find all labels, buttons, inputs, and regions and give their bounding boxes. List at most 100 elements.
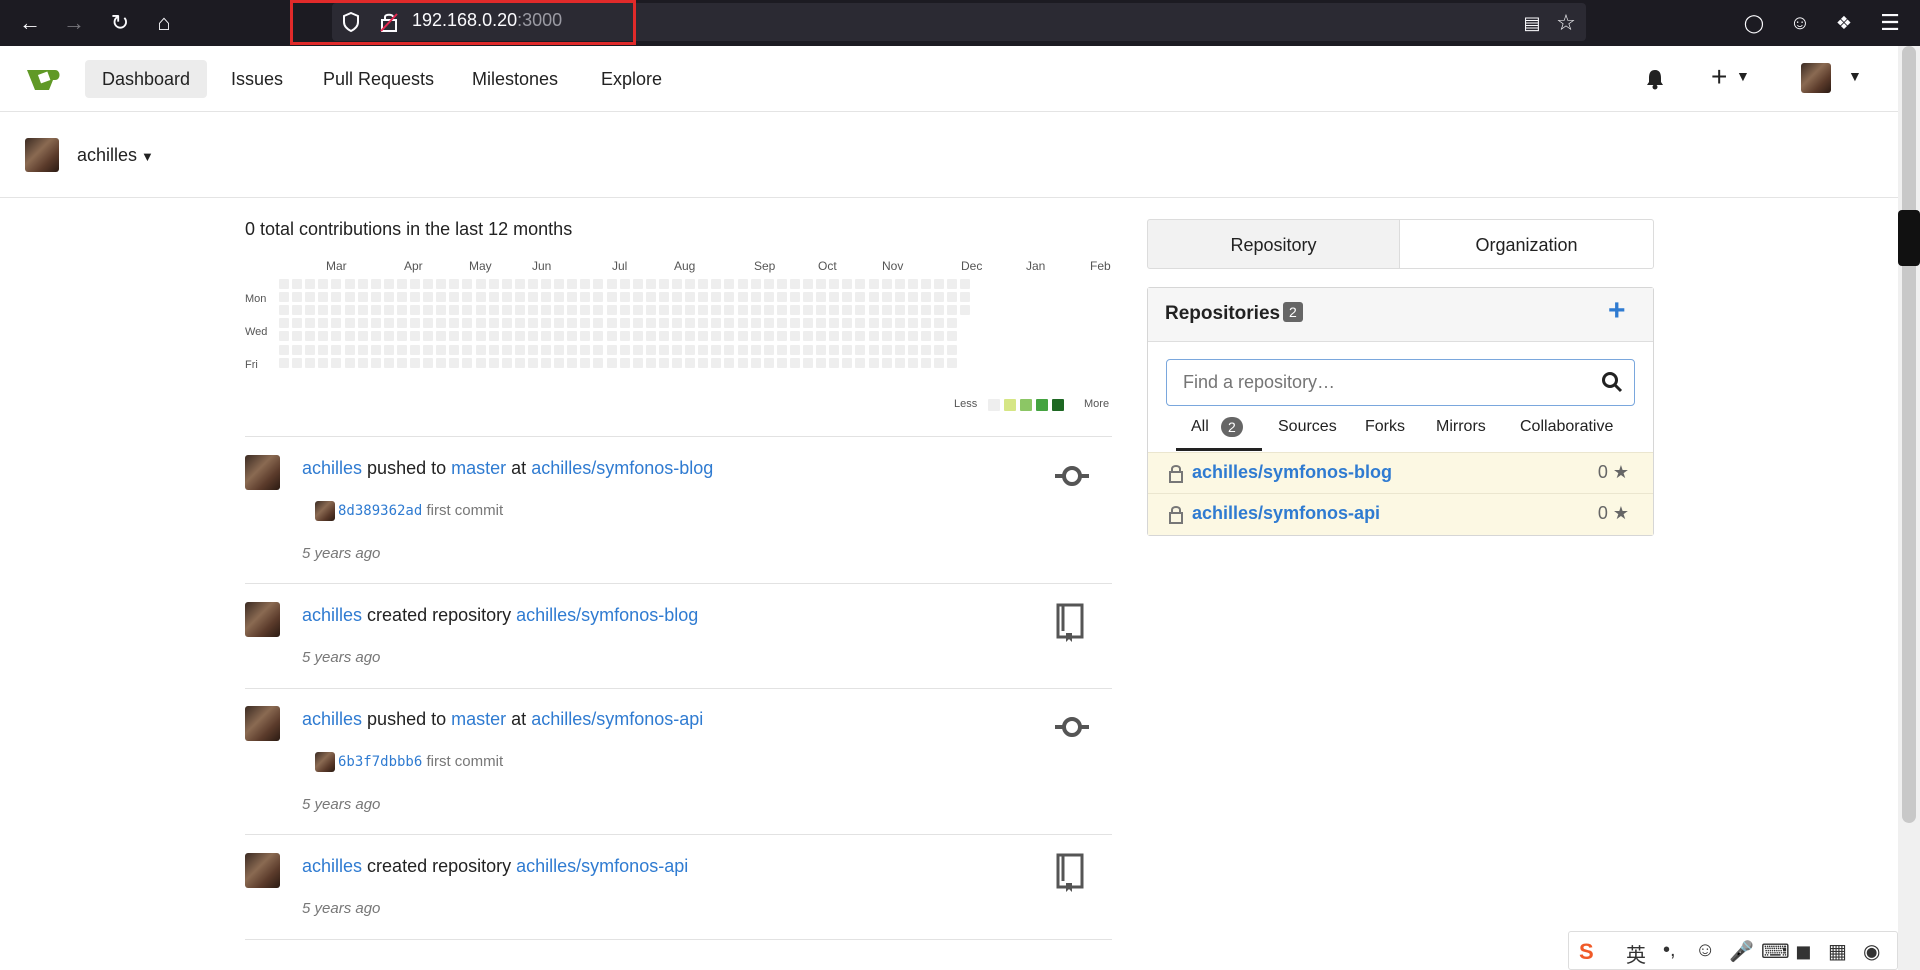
- nav-milestones[interactable]: Milestones: [455, 60, 575, 98]
- sogou-logo-icon[interactable]: S: [1579, 939, 1594, 965]
- context-user-name[interactable]: achilles: [77, 145, 137, 166]
- side-handle[interactable]: [1898, 210, 1920, 266]
- filter-all[interactable]: All: [1191, 418, 1209, 436]
- reader-view-icon[interactable]: ▤: [1516, 7, 1548, 39]
- mascot-icon[interactable]: ◉: [1863, 939, 1880, 964]
- heatmap-cell: [318, 305, 329, 316]
- heatmap-cell: [383, 292, 394, 303]
- feed-repo-link[interactable]: achilles/symfonos-blog: [531, 458, 713, 478]
- feed-user-link[interactable]: achilles: [302, 709, 362, 729]
- feed-time: 5 years ago: [302, 796, 381, 813]
- tab-organization[interactable]: Organization: [1399, 219, 1654, 269]
- filter-sources[interactable]: Sources: [1278, 418, 1337, 436]
- skin-icon[interactable]: ◼: [1795, 939, 1812, 964]
- feed-avatar[interactable]: [245, 455, 280, 490]
- heatmap-cell: [672, 344, 682, 355]
- feed-user-link[interactable]: achilles: [302, 856, 362, 876]
- heatmap-cell: [645, 279, 656, 289]
- heatmap-cell: [907, 292, 918, 303]
- account-icon[interactable]: ☺: [1784, 7, 1816, 39]
- repo-list-item[interactable]: achilles/symfonos-api 0 ★: [1148, 493, 1653, 535]
- heatmap-cell: [410, 318, 420, 329]
- repo-name-link[interactable]: achilles/symfonos-api: [1192, 503, 1380, 524]
- feed-user-link[interactable]: achilles: [302, 458, 362, 478]
- heatmap-cell: [396, 357, 407, 368]
- commit-sha-link[interactable]: 8d389362ad: [338, 503, 422, 519]
- extensions-icon[interactable]: ❖: [1828, 7, 1860, 39]
- feed-branch-link[interactable]: master: [451, 458, 506, 478]
- heatmap-cell: [305, 331, 316, 342]
- scrollbar-thumb[interactable]: [1902, 46, 1916, 823]
- gitea-logo-icon[interactable]: [25, 64, 63, 92]
- heatmap-cell: [685, 318, 696, 329]
- heatmap-cell: [672, 331, 682, 342]
- heatmap-cell: [658, 305, 669, 316]
- home-icon[interactable]: ⌂: [148, 7, 180, 39]
- notifications-bell-icon[interactable]: [1644, 68, 1666, 90]
- forward-icon[interactable]: →: [58, 7, 90, 39]
- heatmap-cell: [711, 279, 722, 289]
- create-dropdown-chevron-icon[interactable]: ▼: [1736, 68, 1750, 84]
- repo-search-input[interactable]: [1166, 359, 1635, 406]
- nav-pull-requests[interactable]: Pull Requests: [306, 60, 451, 98]
- menu-icon[interactable]: ☰: [1874, 7, 1906, 39]
- filter-collaborative[interactable]: Collaborative: [1520, 418, 1613, 436]
- nav-dashboard[interactable]: Dashboard: [85, 60, 208, 98]
- feed-avatar[interactable]: [245, 853, 280, 888]
- heatmap-cell: [370, 279, 381, 289]
- context-avatar[interactable]: [25, 138, 59, 172]
- new-repo-plus-icon[interactable]: +: [1608, 294, 1626, 328]
- heatmap-cell: [331, 318, 342, 329]
- repo-name-link[interactable]: achilles/symfonos-blog: [1192, 462, 1392, 483]
- context-dropdown-chevron-icon[interactable]: ▼: [141, 149, 154, 164]
- commit-sha-link[interactable]: 6b3f7dbbb6: [338, 754, 422, 770]
- heatmap-cell: [279, 357, 289, 368]
- feed-branch-link[interactable]: master: [451, 709, 506, 729]
- heatmap-cell: [881, 344, 892, 355]
- punctuation-icon[interactable]: •,: [1663, 939, 1676, 962]
- heatmap-cell: [410, 357, 420, 368]
- heatmap-cell: [436, 357, 447, 368]
- feed-repo-link[interactable]: achilles/symfonos-api: [531, 709, 703, 729]
- filter-forks[interactable]: Forks: [1365, 418, 1405, 436]
- heatmap-cell: [829, 292, 840, 303]
- back-icon[interactable]: ←: [14, 7, 46, 39]
- emoji-icon[interactable]: ☺: [1695, 939, 1715, 962]
- feed-avatar[interactable]: [245, 706, 280, 741]
- heatmap-cell: [724, 331, 735, 342]
- filter-mirrors[interactable]: Mirrors: [1436, 418, 1486, 436]
- reload-icon[interactable]: ↻: [104, 7, 136, 39]
- keyboard-icon[interactable]: ⌨: [1761, 939, 1790, 964]
- heatmap-cell: [816, 305, 827, 316]
- pocket-icon[interactable]: ◯: [1738, 7, 1770, 39]
- heatmap-cell: [331, 331, 342, 342]
- heatmap-cell: [554, 344, 565, 355]
- heatmap-cell: [554, 318, 565, 329]
- heatmap-cell: [383, 305, 394, 316]
- feed-repo-link[interactable]: achilles/symfonos-blog: [516, 605, 698, 625]
- repo-list-item[interactable]: achilles/symfonos-blog 0 ★: [1148, 452, 1653, 494]
- create-plus-icon[interactable]: +: [1711, 61, 1727, 93]
- heatmap-cell: [672, 292, 682, 303]
- tab-repository[interactable]: Repository: [1147, 219, 1400, 269]
- toolbox-grid-icon[interactable]: ▦: [1828, 939, 1847, 964]
- feed-repo-link[interactable]: achilles/symfonos-api: [516, 856, 688, 876]
- nav-issues[interactable]: Issues: [214, 60, 300, 98]
- user-menu-chevron-icon[interactable]: ▼: [1848, 68, 1862, 84]
- heatmap-cell: [554, 357, 565, 368]
- heatmap-cell: [829, 357, 840, 368]
- nav-explore[interactable]: Explore: [584, 60, 679, 98]
- search-icon[interactable]: [1601, 371, 1623, 393]
- heatmap-cell: [894, 305, 905, 316]
- bookmark-star-icon[interactable]: ☆: [1550, 7, 1582, 39]
- microphone-icon[interactable]: 🎤: [1729, 939, 1754, 964]
- feed-avatar[interactable]: [245, 602, 280, 637]
- feed-commit: 6b3f7dbbb6 first commit: [338, 753, 504, 770]
- ime-language-toggle[interactable]: 英: [1626, 939, 1646, 968]
- feed-user-link[interactable]: achilles: [302, 605, 362, 625]
- heatmap-cell: [868, 305, 879, 316]
- heatmap-cell: [842, 318, 853, 329]
- commit-avatar[interactable]: [315, 752, 335, 772]
- commit-avatar[interactable]: [315, 501, 335, 521]
- user-avatar[interactable]: [1801, 63, 1831, 93]
